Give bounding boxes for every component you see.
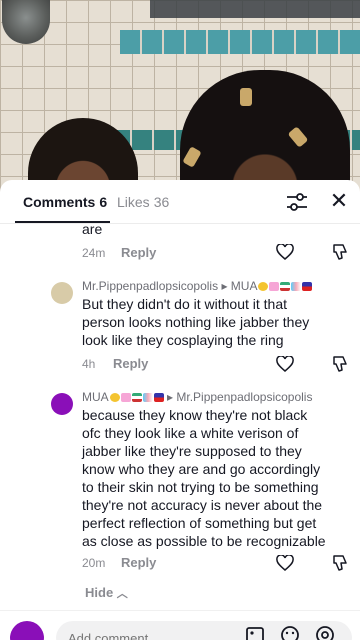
comment-text: ofc they look like a white verison of [82,425,299,441]
comment-time: 20m [82,556,106,570]
comment-text: are [82,221,103,237]
comment-text: look like they cosplaying the ring [82,332,284,348]
reply-button[interactable]: Reply [121,555,156,570]
video-background [0,0,360,200]
comment-text: jabber like they're supposed to they [82,443,302,459]
emoji-heart-icon [269,282,280,291]
reply-to-name[interactable]: MUA [231,279,258,293]
tab-comments[interactable]: Comments 6 [23,194,107,210]
comment-text: person looks nothing like jabber they [82,314,310,330]
heart-outline-icon[interactable] [276,244,294,260]
flag-icon [142,393,153,402]
comment-author-line: Mr.Pippenpadlopsicopolis ▸ MUA [82,279,313,293]
reply-button[interactable]: Reply [121,245,156,260]
comment-text: know who they are and go accordingly [82,461,321,477]
thumbs-down-icon[interactable] [331,355,349,373]
flag-icon [153,393,164,402]
emoji-smile-icon [258,282,269,291]
flag-icon [302,282,313,291]
comment-text: because they know they're not black [82,407,308,423]
comment-composer [0,610,360,640]
comment-text: But they didn't do it without it that [82,296,288,312]
heart-outline-icon[interactable] [276,555,294,571]
comment-text: to their skin not trying to be something [82,479,319,495]
avatar[interactable] [51,282,73,304]
emoji-smile-icon [109,393,120,402]
flag-icon [291,282,302,291]
comments-tabs: Comments 6 Likes 36 ✕ [0,180,360,224]
tab-comments-label: Comments [23,194,96,210]
reply-button[interactable]: Reply [113,356,148,371]
hair-bead [240,88,252,106]
comments-sheet: Comments 6 Likes 36 ✕ are 24m Reply Mr.Pip… [0,180,360,640]
comment-time: 4h [82,357,96,371]
at-icon[interactable] [315,625,335,640]
avatar [10,621,44,640]
emoji-icon[interactable] [280,625,300,640]
flag-icon [131,393,142,402]
reply-to-name[interactable]: Mr.Pippenpadlopsicopolis [176,390,312,404]
sliders-icon[interactable] [286,192,308,212]
thumbs-down-icon[interactable] [331,243,349,261]
avatar[interactable] [51,393,73,415]
thumbs-down-icon[interactable] [331,554,349,572]
tab-likes-count: 36 [153,194,170,210]
comment-text: they're not accuracy is never about the [82,497,323,513]
heart-outline-icon[interactable] [276,356,294,372]
tab-likes-label: Likes [117,194,150,210]
tab-likes[interactable]: Likes 36 [117,194,169,210]
emoji-heart-icon [120,393,131,402]
comment-author[interactable]: Mr.Pippenpadlopsicopolis [82,279,218,293]
comment-input[interactable] [56,621,352,640]
hide-replies-label: Hide [85,585,114,600]
hide-replies-button[interactable]: Hide ︿ [85,585,128,601]
chevron-up-icon: ︿ [116,588,128,600]
comment-author[interactable]: MUA [82,390,109,404]
tab-comments-count: 6 [99,194,108,210]
close-icon[interactable]: ✕ [329,190,349,213]
comment-time: 24m [82,246,106,260]
window-strip [150,0,360,18]
comment-text: as close as possible to be recognizable [82,533,326,549]
comment-text: perfect reflection of something but get [82,515,317,531]
comment-author-line: MUA ▸ Mr.Pippenpadlopsicopolis [82,390,313,404]
flag-icon [280,282,291,291]
image-icon[interactable] [245,625,265,640]
teal-tile-band [120,30,360,54]
